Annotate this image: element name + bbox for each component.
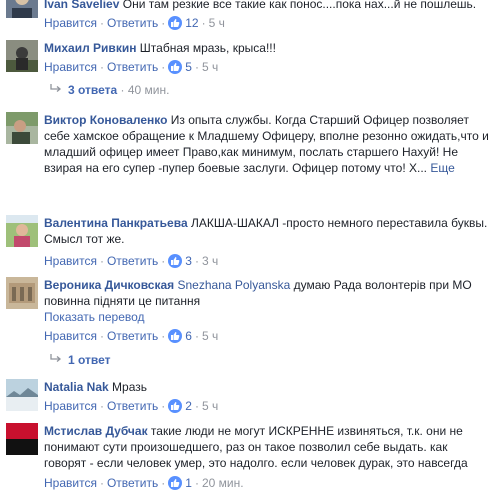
comment-ivan-saveliev: Ivan Saveliev Они там резкие все такие к…: [0, 0, 498, 36]
comment-time[interactable]: 5 ч: [202, 60, 218, 74]
reaction-count[interactable]: 5: [185, 60, 192, 74]
replies-count[interactable]: 3 ответа: [68, 83, 117, 97]
comment-time[interactable]: 5 ч: [209, 16, 225, 30]
view-replies-link[interactable]: 1 ответ: [50, 352, 111, 368]
comment-actions: Нравится · Ответить · 5 · 5 ч: [44, 60, 219, 74]
comment-actions: Нравится · Ответить · 1 · 20 мин.: [44, 476, 244, 490]
reply-button[interactable]: Ответить: [107, 254, 158, 268]
comment-natalia-nak: Natalia Nak Мразь Нравится · Ответить · 2 · 5 …: [0, 377, 498, 417]
reaction-count[interactable]: 1: [185, 476, 192, 490]
comment-time[interactable]: 20 мин.: [202, 476, 244, 490]
comment-time[interactable]: 5 ч: [202, 399, 218, 413]
thumbs-up-icon: [168, 60, 183, 74]
avatar[interactable]: [6, 0, 38, 18]
reaction-count[interactable]: 3: [185, 254, 192, 268]
like-button[interactable]: Нравится: [44, 254, 97, 268]
tagged-user[interactable]: Snezhana Polyanska: [178, 278, 291, 292]
reaction-count[interactable]: 2: [185, 399, 192, 413]
thumbs-up-icon: [168, 476, 183, 490]
comment-mikhail-rivkin: Михаил Ривкин Штабная мразь, крыса!!! Нр…: [0, 38, 498, 108]
avatar[interactable]: [6, 423, 38, 455]
comment-author[interactable]: Ivan Saveliev: [44, 0, 119, 11]
comment-veronika-dichkovskaya: Вероника Дичковская Snezhana Polyanska д…: [0, 273, 498, 369]
see-more-link[interactable]: Еще: [430, 161, 454, 175]
reaction-count[interactable]: 12: [185, 16, 198, 30]
comment-actions: Нравится · Ответить · 6 · 5 ч: [44, 329, 219, 343]
like-button[interactable]: Нравится: [44, 60, 97, 74]
reply-arrow-icon: [50, 82, 62, 98]
replies-time: 40 мин.: [127, 83, 170, 97]
comment-viktor-konovalenko: Виктор Коноваленко Из опыта службы. Когд…: [0, 108, 498, 198]
comment-actions: Нравится · Ответить · 12 · 5 ч: [44, 16, 225, 30]
comment-mstislav-dubchak: Мстислав Дубчак такие люди не могут ИСКР…: [0, 421, 498, 490]
comment-author[interactable]: Natalia Nak: [44, 380, 109, 394]
reply-button[interactable]: Ответить: [107, 399, 158, 413]
thumbs-up-icon: [168, 16, 183, 30]
avatar[interactable]: [6, 40, 38, 72]
avatar[interactable]: [6, 112, 38, 144]
comment-time[interactable]: 3 ч: [202, 254, 218, 268]
reply-button[interactable]: Ответить: [107, 16, 158, 30]
like-button[interactable]: Нравится: [44, 329, 97, 343]
comment-author[interactable]: Мстислав Дубчак: [44, 424, 148, 438]
reply-arrow-icon: [50, 352, 62, 368]
show-translation-link[interactable]: Показать перевод: [44, 309, 145, 325]
comment-time[interactable]: 5 ч: [202, 329, 218, 343]
comment-author[interactable]: Вероника Дичковская: [44, 278, 174, 292]
like-button[interactable]: Нравится: [44, 16, 97, 30]
reaction-count[interactable]: 6: [185, 329, 192, 343]
like-button[interactable]: Нравится: [44, 476, 97, 490]
comment-text: Штабная мразь, крыса!!!: [139, 41, 276, 55]
avatar[interactable]: [6, 277, 38, 309]
reply-button[interactable]: Ответить: [107, 60, 158, 74]
like-button[interactable]: Нравится: [44, 399, 97, 413]
avatar[interactable]: [6, 215, 38, 247]
thumbs-up-icon: [168, 329, 183, 343]
comment-text: Они там резкие все такие как понос....по…: [122, 0, 477, 11]
reply-button[interactable]: Ответить: [107, 476, 158, 490]
comment-author[interactable]: Валентина Панкратьева: [44, 216, 188, 230]
avatar[interactable]: [6, 379, 38, 411]
thumbs-up-icon: [168, 399, 183, 413]
comment-actions: Нравится · Ответить · 2 · 5 ч: [44, 399, 219, 413]
comment-text: Мразь: [112, 380, 148, 394]
comment-author[interactable]: Михаил Ривкин: [44, 41, 136, 55]
comment-valentina-pankratieva: Валентина Панкратьева ЛАКША-ШАКАЛ -прост…: [0, 211, 498, 271]
comment-author[interactable]: Виктор Коноваленко: [44, 113, 167, 127]
comment-actions: Нравится · Ответить · 3 · 3 ч: [44, 254, 219, 268]
reply-button[interactable]: Ответить: [107, 329, 158, 343]
view-replies-link[interactable]: 3 ответа · 40 мин.: [50, 82, 169, 98]
replies-count[interactable]: 1 ответ: [68, 353, 111, 367]
thumbs-up-icon: [168, 254, 183, 268]
